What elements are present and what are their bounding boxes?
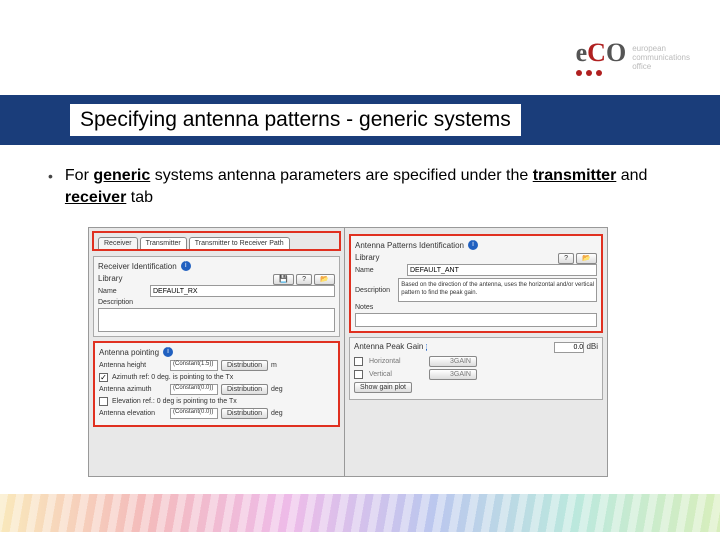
vertical-button[interactable]: 3GAIN [429, 369, 477, 380]
horizontal-label: Horizontal [369, 358, 423, 365]
antenna-patterns-id: Antenna Patterns Identification i Librar… [349, 234, 603, 333]
tab-bar: Receiver Transmitter Transmitter to Rece… [92, 231, 341, 251]
logo-tagline: european communications office [632, 44, 690, 71]
library-label: Library [355, 253, 379, 262]
receiver-identification: Receiver Identification i Library 💾 ? 📂 … [93, 256, 340, 337]
show-gain-plot-button[interactable]: Show gain plot [354, 382, 412, 393]
tab-path[interactable]: Transmitter to Receiver Path [189, 237, 290, 249]
section-title: Receiver Identification [98, 262, 177, 271]
elevation-checkbox[interactable] [99, 397, 108, 406]
logo: eCO european communications office [576, 38, 690, 76]
info-icon[interactable]: i [181, 261, 191, 271]
gain-unit: dBi [586, 342, 598, 351]
antenna-peak-gain: Antenna Peak Gain i dBi Horizontal 3GAIN… [349, 337, 603, 400]
vertical-checkbox[interactable] [354, 370, 363, 379]
azimuth-value: (Constant(0.0)) [170, 384, 218, 395]
elevation-value: (Constant(0.0)) [170, 408, 218, 419]
lib-open-button[interactable]: 📂 [576, 253, 597, 264]
library-label: Library [98, 274, 122, 283]
logo-mark: eCO [576, 38, 627, 76]
lib-save-button[interactable]: 💾 [273, 274, 294, 285]
notes-textarea[interactable] [355, 313, 597, 327]
elevation-label: Antenna elevation [99, 410, 167, 417]
description-label: Description [355, 287, 394, 294]
left-panel: Receiver Transmitter Transmitter to Rece… [89, 228, 344, 476]
bullet-item: • For generic systems antenna parameters… [48, 165, 672, 209]
antenna-pointing: Antenna pointing i Antenna height (Const… [93, 341, 340, 427]
bullet-mark: • [48, 165, 53, 209]
lib-open-button[interactable]: 📂 [314, 274, 335, 285]
name-input[interactable] [407, 264, 597, 276]
horizontal-checkbox[interactable] [354, 357, 363, 366]
section-title: Antenna Patterns Identification [355, 241, 464, 250]
info-icon[interactable]: i [426, 344, 428, 351]
info-icon[interactable]: i [163, 347, 173, 357]
tab-receiver[interactable]: Receiver [98, 237, 138, 249]
azimuth-checkbox[interactable] [99, 373, 108, 382]
slide-title: Specifying antenna patterns - generic sy… [70, 104, 521, 136]
section-title: Antenna Peak Gain [354, 342, 423, 351]
description-text[interactable]: Based on the direction of the antenna, u… [398, 278, 597, 302]
description-textarea[interactable] [98, 308, 335, 332]
unit-deg: deg [271, 386, 283, 393]
bullet-text: For generic systems antenna parameters a… [65, 165, 672, 209]
name-label: Name [98, 288, 146, 295]
height-value: (Constant(1.5)) [170, 360, 218, 371]
azimuth-note: Azimuth ref: 0 deg. is pointing to the T… [112, 374, 233, 381]
lib-help-button[interactable]: ? [558, 253, 574, 264]
info-icon[interactable]: i [468, 240, 478, 250]
horizontal-button[interactable]: 3GAIN [429, 356, 477, 367]
right-panel: Antenna Patterns Identification i Librar… [344, 228, 607, 476]
elevation-note: Elevation ref.: 0 deg is pointing to the… [112, 398, 237, 405]
vertical-label: Vertical [369, 371, 423, 378]
name-label: Name [355, 267, 403, 274]
gain-input[interactable] [554, 342, 584, 353]
height-dist-button[interactable]: Distribution [221, 360, 268, 371]
lib-help-button[interactable]: ? [296, 274, 312, 285]
height-label: Antenna height [99, 362, 167, 369]
azimuth-label: Antenna azimuth [99, 386, 167, 393]
footer-decoration [0, 494, 720, 532]
section-title: Antenna pointing [99, 348, 159, 357]
name-input[interactable] [150, 285, 335, 297]
azimuth-dist-button[interactable]: Distribution [221, 384, 268, 395]
app-screenshot: Receiver Transmitter Transmitter to Rece… [88, 227, 608, 477]
title-bar: Specifying antenna patterns - generic sy… [0, 95, 720, 145]
description-label: Description [98, 299, 146, 306]
tab-transmitter[interactable]: Transmitter [140, 237, 187, 249]
unit-m: m [271, 362, 277, 369]
elevation-dist-button[interactable]: Distribution [221, 408, 268, 419]
unit-deg: deg [271, 410, 283, 417]
notes-label: Notes [355, 304, 403, 311]
